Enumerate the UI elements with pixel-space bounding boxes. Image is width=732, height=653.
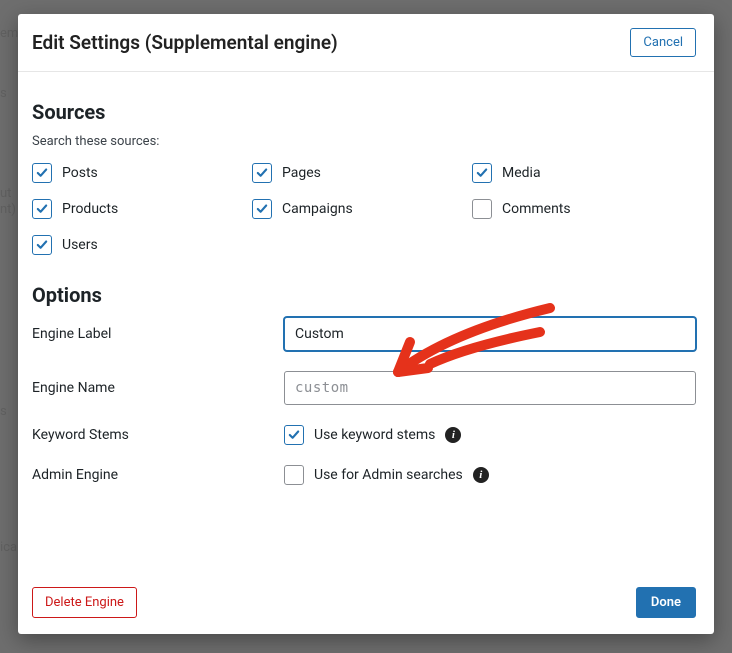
source-checkbox[interactable] — [472, 199, 492, 219]
source-checkbox[interactable] — [252, 199, 272, 219]
engine-label-input[interactable] — [284, 317, 696, 351]
admin-engine-checkbox[interactable] — [284, 465, 304, 485]
source-item: Users — [32, 235, 242, 255]
done-button[interactable]: Done — [636, 587, 696, 618]
source-checkbox[interactable] — [32, 235, 52, 255]
admin-engine-label: Admin Engine — [32, 467, 284, 483]
source-label: Comments — [502, 201, 571, 217]
check-icon — [255, 202, 269, 216]
modal-footer: Delete Engine Done — [18, 573, 714, 634]
keyword-stems-checkbox[interactable] — [284, 425, 304, 445]
check-icon — [475, 166, 489, 180]
admin-engine-checkbox-label: Use for Admin searches — [314, 467, 463, 483]
info-icon[interactable]: i — [445, 427, 461, 443]
options-heading: Options — [32, 283, 696, 307]
info-icon[interactable]: i — [473, 467, 489, 483]
sources-grid: Posts Pages Media Products Campaigns Comments… — [32, 163, 696, 255]
keyword-stems-checkbox-label: Use keyword stems — [314, 427, 435, 443]
source-item: Media — [472, 163, 696, 183]
source-checkbox[interactable] — [32, 163, 52, 183]
check-icon — [255, 166, 269, 180]
modal-header: Edit Settings (Supplemental engine) Canc… — [18, 14, 714, 72]
edit-settings-modal: Edit Settings (Supplemental engine) Canc… — [18, 14, 714, 634]
source-label: Products — [62, 201, 118, 217]
source-item: Comments — [472, 199, 696, 219]
engine-label-row: Engine Label — [32, 317, 696, 351]
source-label: Users — [62, 237, 98, 253]
check-icon — [287, 428, 301, 442]
source-checkbox[interactable] — [252, 163, 272, 183]
sources-hint: Search these sources: — [32, 134, 696, 149]
source-checkbox[interactable] — [32, 199, 52, 219]
modal-body: Sources Search these sources: Posts Pages… — [18, 72, 714, 573]
delete-engine-button[interactable]: Delete Engine — [32, 587, 137, 618]
modal-title: Edit Settings (Supplemental engine) — [32, 31, 338, 54]
source-item: Pages — [252, 163, 462, 183]
source-item: Products — [32, 199, 242, 219]
check-icon — [35, 202, 49, 216]
source-item: Posts — [32, 163, 242, 183]
source-checkbox[interactable] — [472, 163, 492, 183]
engine-name-label: Engine Name — [32, 380, 284, 396]
source-label: Pages — [282, 165, 321, 181]
source-label: Media — [502, 165, 541, 181]
engine-name-row: Engine Name — [32, 371, 696, 405]
keyword-stems-label: Keyword Stems — [32, 427, 284, 443]
sources-heading: Sources — [32, 100, 696, 124]
cancel-button[interactable]: Cancel — [630, 28, 696, 57]
source-label: Campaigns — [282, 201, 353, 217]
admin-engine-row: Admin Engine Use for Admin searches i — [32, 465, 696, 485]
check-icon — [35, 166, 49, 180]
keyword-stems-row: Keyword Stems Use keyword stems i — [32, 425, 696, 445]
source-label: Posts — [62, 165, 98, 181]
engine-label-label: Engine Label — [32, 326, 284, 342]
check-icon — [35, 238, 49, 252]
engine-name-input[interactable] — [284, 371, 696, 405]
source-item: Campaigns — [252, 199, 462, 219]
